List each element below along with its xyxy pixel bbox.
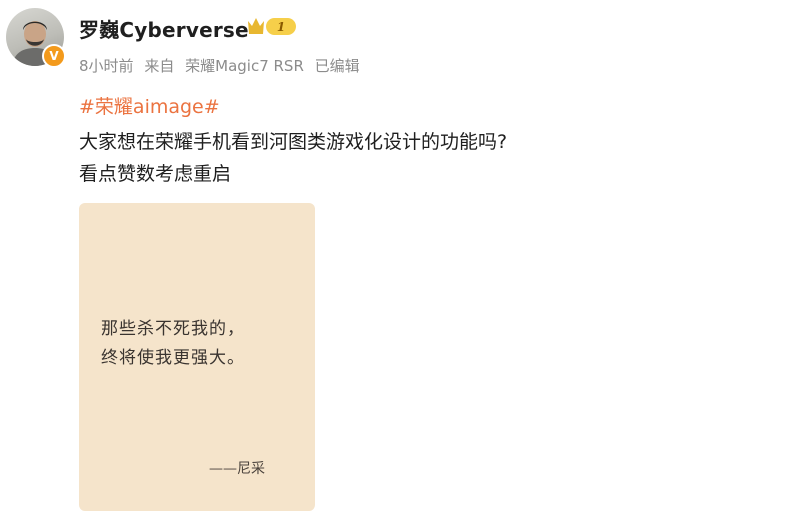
hashtag-link[interactable]: #荣耀aimage# [79, 92, 220, 119]
verified-v-icon: V [42, 44, 66, 68]
source-prefix: 来自 [144, 57, 175, 75]
crown-vip-badge-icon[interactable]: 1 [246, 14, 300, 38]
post-time[interactable]: 8小时前 [79, 57, 134, 75]
avatar[interactable]: V [6, 8, 66, 68]
quote-attribution: ——尼采 [209, 461, 265, 477]
post-text-line: 大家想在荣耀手机看到河图类游戏化设计的功能吗? [79, 131, 508, 153]
post-image[interactable]: 那些杀不死我的， 终将使我更强大。 ——尼采 [79, 203, 315, 511]
weibo-post: V 罗巍Cyberverse 1 8小时前 来自 荣耀Magic7 RSR 已编… [0, 0, 811, 514]
quote-line: 终将使我更强大。 [101, 348, 245, 368]
vip-level: 1 [277, 20, 285, 34]
post-meta: 8小时前 来自 荣耀Magic7 RSR 已编辑 [79, 55, 366, 76]
edited-label[interactable]: 已编辑 [315, 57, 360, 75]
post-text-line: 看点赞数考虑重启 [79, 163, 232, 185]
author-name[interactable]: 罗巍Cyberverse [79, 14, 249, 43]
source-device[interactable]: 荣耀Magic7 RSR [185, 57, 304, 75]
quote-line: 那些杀不死我的， [101, 319, 245, 339]
